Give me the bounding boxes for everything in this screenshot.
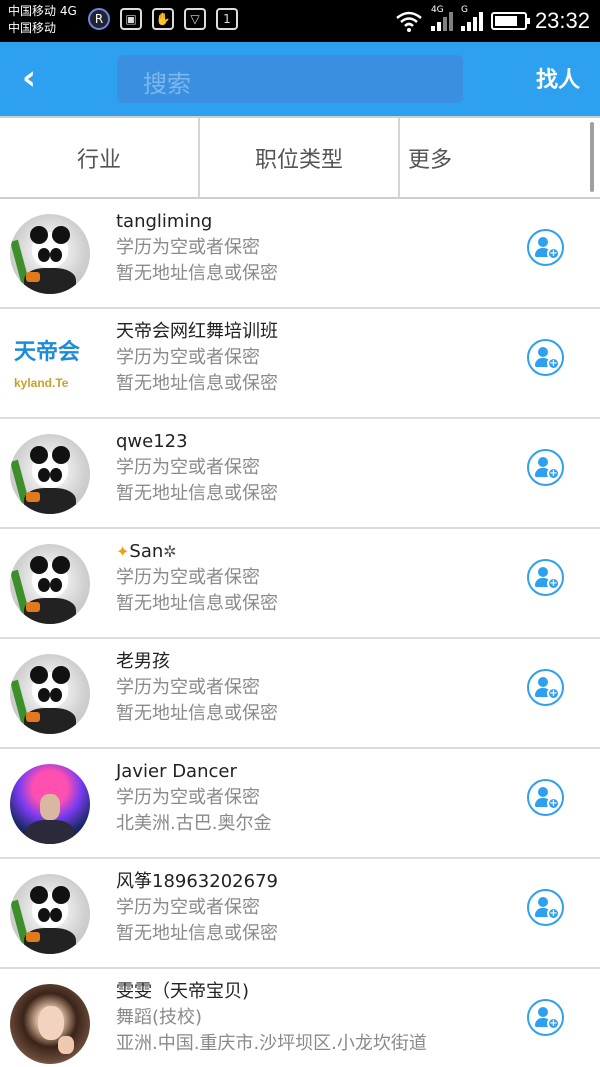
user-education: 学历为空或者保密 xyxy=(116,457,260,478)
hand-icon: ✋ xyxy=(152,8,174,30)
list-item[interactable]: tangliming 学历为空或者保密 暂无地址信息或保密 + xyxy=(0,199,600,309)
logo-text-bottom: kyland.Te xyxy=(14,376,69,390)
user-name: 风筝18963202679 xyxy=(116,871,278,892)
add-friend-button[interactable]: + xyxy=(527,889,564,926)
user-name: 天帝会网红舞培训班 xyxy=(116,321,278,342)
signal-4g-icon: 4G xyxy=(430,5,453,31)
user-education: 学历为空或者保密 xyxy=(116,347,260,368)
sparkle-emoji-icon: ✦ xyxy=(116,542,130,561)
filter-industry[interactable]: 行业 xyxy=(0,118,200,197)
user-address: 暂无地址信息或保密 xyxy=(116,373,278,394)
avatar xyxy=(10,984,90,1064)
user-education: 学历为空或者保密 xyxy=(116,677,260,698)
add-friend-button[interactable]: + xyxy=(527,339,564,376)
user-education: 学历为空或者保密 xyxy=(116,897,260,918)
user-education: 学历为空或者保密 xyxy=(116,237,260,258)
net-g-label: G xyxy=(460,5,468,15)
user-address: 北美洲.古巴.奥尔金 xyxy=(116,813,272,834)
user-name: 雯雯（天帝宝贝) xyxy=(116,981,250,1002)
avatar xyxy=(10,654,90,734)
signal-g-icon: G xyxy=(460,5,483,31)
avatar xyxy=(10,764,90,844)
search-placeholder: 搜索 xyxy=(143,70,191,98)
search-input[interactable]: 搜索 xyxy=(117,55,463,103)
status-bar: 中国移动 4G 中国移动 R ▣ ✋ ▽ 1 4G G 23:32 xyxy=(0,0,600,42)
user-address: 暂无地址信息或保密 xyxy=(116,483,278,504)
add-friend-button[interactable]: + xyxy=(527,669,564,706)
clock: 23:32 xyxy=(534,8,590,33)
carrier-line-1: 中国移动 4G xyxy=(8,4,77,18)
avatar xyxy=(10,214,90,294)
user-name: tangliming xyxy=(116,211,213,232)
filter-job-type[interactable]: 职位类型 xyxy=(200,118,400,197)
add-friend-button[interactable]: + xyxy=(527,559,564,596)
list-item[interactable]: Javier Dancer 学历为空或者保密 北美洲.古巴.奥尔金 + xyxy=(0,749,600,859)
sim-icon: 1 xyxy=(216,8,238,30)
status-right: 4G G 23:32 xyxy=(395,0,590,42)
shield-icon: ▽ xyxy=(184,8,206,30)
back-button[interactable]: ‹ xyxy=(22,60,58,96)
filter-bar: 行业 职位类型 更多 xyxy=(0,116,600,199)
filter-scrollbar xyxy=(590,122,594,192)
user-address: 暂无地址信息或保密 xyxy=(116,593,278,614)
r-app-icon: R xyxy=(88,8,110,30)
wifi-icon xyxy=(396,11,422,32)
user-name: qwe123 xyxy=(116,431,188,452)
carrier-info: 中国移动 4G 中国移动 xyxy=(8,3,77,37)
list-item[interactable]: 风筝18963202679 学历为空或者保密 暂无地址信息或保密 + xyxy=(0,859,600,969)
list-item[interactable]: qwe123 学历为空或者保密 暂无地址信息或保密 + xyxy=(0,419,600,529)
user-name-row: ✦San✲ xyxy=(116,541,177,563)
user-address: 亚洲.中国.重庆市.沙坪坝区.小龙坎街道 xyxy=(116,1033,427,1054)
chevron-left-icon: ‹ xyxy=(22,58,37,98)
list-item[interactable]: 老男孩 学历为空或者保密 暂无地址信息或保密 + xyxy=(0,639,600,749)
add-friend-button[interactable]: + xyxy=(527,779,564,816)
user-education: 舞蹈(技校) xyxy=(116,1007,203,1028)
user-name: 老男孩 xyxy=(116,651,170,672)
filter-more[interactable]: 更多 xyxy=(400,118,600,197)
flower-emoji-icon: ✲ xyxy=(163,542,177,561)
avatar xyxy=(10,434,90,514)
add-friend-button[interactable]: + xyxy=(527,229,564,266)
list-item[interactable]: 天帝会 kyland.Te 天帝会网红舞培训班 学历为空或者保密 暂无地址信息或… xyxy=(0,309,600,419)
user-education: 学历为空或者保密 xyxy=(116,567,260,588)
avatar xyxy=(10,544,90,624)
avatar xyxy=(10,874,90,954)
user-address: 暂无地址信息或保密 xyxy=(116,263,278,284)
user-education: 学历为空或者保密 xyxy=(116,787,260,808)
user-name: Javier Dancer xyxy=(116,761,237,782)
carrier-line-2: 中国移动 xyxy=(8,21,57,35)
list-item[interactable]: ✦San✲ 学历为空或者保密 暂无地址信息或保密 + xyxy=(0,529,600,639)
user-address: 暂无地址信息或保密 xyxy=(116,923,278,944)
image-icon: ▣ xyxy=(120,8,142,30)
user-name: San xyxy=(129,541,164,562)
logo-text-top: 天帝会 xyxy=(14,340,81,365)
notification-icons: R ▣ ✋ ▽ 1 xyxy=(88,8,238,30)
find-people-button[interactable]: 找人 xyxy=(536,62,580,94)
user-address: 暂无地址信息或保密 xyxy=(116,703,278,724)
top-bar: ‹ 搜索 找人 xyxy=(0,42,600,116)
list-item[interactable]: 雯雯（天帝宝贝) 舞蹈(技校) 亚洲.中国.重庆市.沙坪坝区.小龙坎街道 + xyxy=(0,969,600,1067)
user-list: tangliming 学历为空或者保密 暂无地址信息或保密 + 天帝会 kyla… xyxy=(0,199,600,1067)
add-friend-button[interactable]: + xyxy=(527,449,564,486)
battery-icon xyxy=(490,12,530,30)
net-4g-label: 4G xyxy=(430,5,444,15)
avatar: 天帝会 kyland.Te xyxy=(10,324,90,404)
add-friend-button[interactable]: + xyxy=(527,999,564,1036)
